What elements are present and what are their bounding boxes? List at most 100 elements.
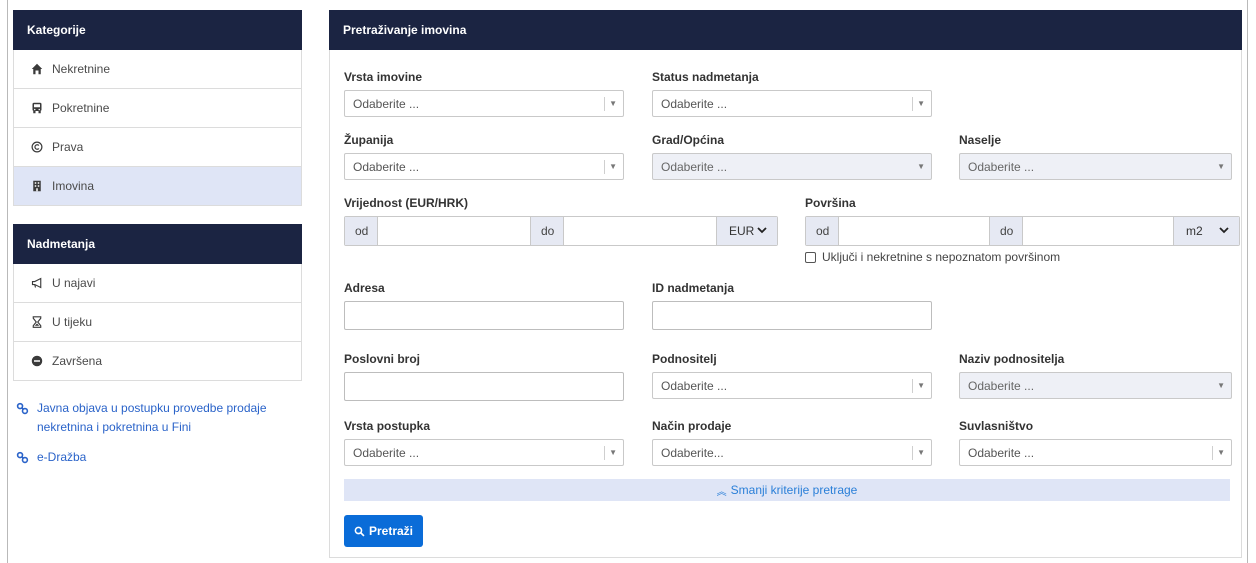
povrsina-od-input[interactable]	[838, 217, 990, 245]
poslovni-broj-input[interactable]	[344, 372, 624, 401]
nacin-prodaje-label: Način prodaje	[652, 419, 732, 433]
sidebar-item-zavrsena[interactable]: Završena	[14, 342, 301, 381]
select-separator	[912, 97, 913, 111]
vrijednost-do-addon: do	[531, 217, 563, 245]
vrijednost-od-addon: od	[345, 217, 377, 245]
caret-down-icon: ▼	[917, 162, 925, 171]
search-panel: Pretraživanje imovina Vrsta imovine Odab…	[329, 10, 1242, 558]
search-button-label: Pretraži	[368, 524, 414, 538]
area-unit-value: m2	[1186, 224, 1203, 238]
home-icon	[30, 62, 44, 76]
caret-down-icon: ▼	[917, 448, 925, 457]
link-icon	[16, 451, 29, 464]
povrsina-do-addon: do	[990, 217, 1022, 245]
select-value: Odaberite ...	[968, 445, 1035, 460]
caret-down-icon: ▼	[917, 99, 925, 108]
bus-icon	[30, 101, 44, 115]
sidebar-item-prava[interactable]: Prava	[14, 128, 301, 167]
collapse-criteria-label: Smanji kriterije pretrage	[730, 483, 858, 497]
link-icon	[16, 402, 29, 415]
zupanija-select[interactable]: Odaberite ... ▼	[344, 153, 624, 180]
vrsta-imovine-label: Vrsta imovine	[344, 70, 423, 84]
page-border-left	[7, 0, 8, 563]
sidebar-item-imovina[interactable]: Imovina	[14, 167, 301, 206]
search-icon	[354, 526, 365, 537]
caret-down-icon: ▼	[609, 162, 617, 171]
id-nadmetanja-label: ID nadmetanja	[652, 281, 735, 295]
select-value: Odaberite ...	[661, 159, 728, 174]
vrsta-postupka-select[interactable]: Odaberite ... ▼	[344, 439, 624, 466]
naselje-select[interactable]: Odaberite ... ▼	[959, 153, 1232, 180]
external-links: Javna objava u postupku provedbe prodaje…	[13, 399, 302, 467]
adresa-input[interactable]	[344, 301, 624, 330]
caret-down-icon: ▼	[1217, 448, 1225, 457]
sidebar: Kategorije Nekretnine Pokretnine Prava I…	[13, 10, 302, 478]
caret-down-icon: ▼	[1217, 381, 1225, 390]
sidebar-item-nekretnine[interactable]: Nekretnine	[14, 50, 301, 89]
nacin-prodaje-select[interactable]: Odaberite... ▼	[652, 439, 932, 466]
podnositelj-label: Podnositelj	[652, 352, 717, 366]
vrsta-imovine-select[interactable]: Odaberite ... ▼	[344, 90, 624, 117]
adresa-label: Adresa	[344, 281, 385, 295]
megaphone-icon	[30, 276, 44, 290]
status-nadmetanja-select[interactable]: Odaberite ... ▼	[652, 90, 932, 117]
podnositelj-select[interactable]: Odaberite ... ▼	[652, 372, 932, 399]
poslovni-broj-label: Poslovni broj	[344, 352, 421, 366]
grad-opcina-select[interactable]: Odaberite ... ▼	[652, 153, 932, 180]
currency-value: EUR	[729, 224, 755, 238]
double-chevron-up-icon: ︽	[716, 486, 727, 498]
vrijednost-do-input[interactable]	[563, 217, 717, 245]
select-value: Odaberite ...	[661, 96, 728, 111]
id-nadmetanja-input[interactable]	[652, 301, 932, 330]
caret-down-icon: ▼	[917, 381, 925, 390]
naziv-podnositelja-label: Naziv podnositelja	[959, 352, 1065, 366]
sidebar-item-label: U tijeku	[52, 315, 93, 329]
link-label: e-Dražba	[37, 450, 87, 464]
sidebar-item-u-najavi[interactable]: U najavi	[14, 264, 301, 303]
chevron-down-icon	[1219, 227, 1229, 234]
panel-title: Pretraživanje imovina	[329, 10, 1242, 50]
sidebar-item-label: Završena	[52, 354, 103, 368]
unknown-area-checkbox-row: Uključi i nekretnine s nepoznatom površi…	[805, 250, 1060, 264]
select-separator	[912, 446, 913, 460]
select-value: Odaberite ...	[661, 378, 728, 393]
select-value: Odaberite ...	[968, 159, 1035, 174]
caret-down-icon: ▼	[1217, 162, 1225, 171]
area-unit-select[interactable]: m2	[1174, 217, 1239, 245]
povrsina-do-input[interactable]	[1022, 217, 1174, 245]
povrsina-od-addon: od	[806, 217, 838, 245]
link-label: Javna objava u postupku provedbe prodaje…	[37, 401, 267, 434]
suvlasnistvo-select[interactable]: Odaberite ... ▼	[959, 439, 1232, 466]
vrijednost-range: od do EUR	[344, 216, 778, 246]
select-value: Odaberite ...	[968, 378, 1035, 393]
page-border-right	[1247, 0, 1248, 563]
sidebar-item-label: Nekretnine	[52, 62, 111, 76]
select-value: Odaberite...	[661, 445, 724, 460]
building-icon	[30, 179, 44, 193]
status-nadmetanja-label: Status nadmetanja	[652, 70, 759, 84]
sidebar-item-label: Pokretnine	[52, 101, 110, 115]
caret-down-icon: ▼	[609, 99, 617, 108]
sidebar-item-pokretnine[interactable]: Pokretnine	[14, 89, 301, 128]
collapse-criteria-button[interactable]: ︽ Smanji kriterije pretrage	[344, 479, 1230, 501]
sidebar-item-label: Imovina	[52, 179, 95, 193]
sidebar-item-label: Prava	[52, 140, 84, 154]
search-button[interactable]: Pretraži	[344, 515, 423, 547]
unknown-area-checkbox[interactable]	[805, 251, 816, 263]
chevron-down-icon	[757, 227, 767, 234]
categories-header: Kategorije	[13, 10, 302, 50]
select-value: Odaberite ...	[353, 445, 420, 460]
select-separator	[604, 446, 605, 460]
currency-select[interactable]: EUR	[717, 217, 777, 245]
vrijednost-od-input[interactable]	[377, 217, 531, 245]
link-e-drazba[interactable]: e-Dražba	[16, 448, 302, 467]
caret-down-icon: ▼	[609, 448, 617, 457]
zupanija-label: Županija	[344, 133, 394, 147]
unknown-area-checkbox-label: Uključi i nekretnine s nepoznatom površi…	[822, 250, 1061, 264]
select-separator	[1212, 446, 1213, 460]
naziv-podnositelja-select[interactable]: Odaberite ... ▼	[959, 372, 1232, 399]
sidebar-item-u-tijeku[interactable]: U tijeku	[14, 303, 301, 342]
sidebar-item-label: U najavi	[52, 276, 96, 290]
suvlasnistvo-label: Suvlasništvo	[959, 419, 1034, 433]
link-javna-objava[interactable]: Javna objava u postupku provedbe prodaje…	[16, 399, 302, 437]
